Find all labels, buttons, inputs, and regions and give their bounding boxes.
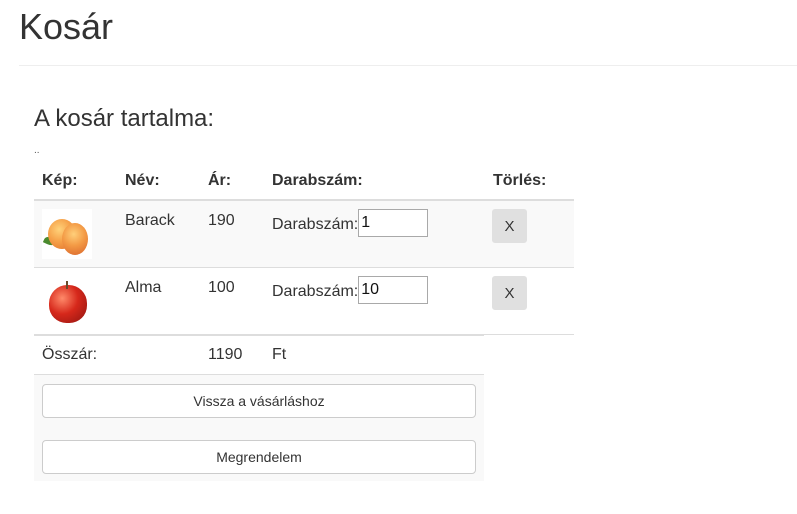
total-row: Összár: 1190 Ft (34, 335, 484, 375)
header-name: Név: (125, 172, 160, 189)
product-price: 100 (208, 279, 235, 296)
delete-button[interactable]: X (492, 276, 527, 310)
product-image (42, 209, 92, 259)
product-image (42, 276, 92, 326)
table-header-row: Kép: Név: Ár: Darabszám: Törlés: (34, 161, 574, 201)
total-currency: Ft (272, 346, 287, 363)
place-order-button[interactable]: Megrendelem (42, 440, 476, 474)
peach-icon (42, 209, 92, 259)
header-image: Kép: (42, 172, 78, 189)
quantity-input[interactable] (358, 209, 429, 237)
delete-button[interactable]: X (492, 209, 527, 243)
table-row: Barack 190 Darabszám: X (34, 201, 574, 268)
quantity-input[interactable] (358, 276, 429, 304)
title-divider (19, 65, 797, 66)
quantity-label: Darabszám: (272, 282, 359, 300)
total-value: 1190 (208, 346, 243, 363)
product-name: Barack (125, 212, 175, 229)
header-quantity: Darabszám: (272, 172, 363, 189)
product-name: Alma (125, 279, 162, 296)
quantity-cell: Darabszám: (272, 209, 429, 237)
cart-actions: Vissza a vásárláshoz Megrendelem (34, 374, 484, 481)
header-delete: Törlés: (493, 172, 547, 189)
product-price: 190 (208, 212, 235, 229)
back-to-shopping-button[interactable]: Vissza a vásárláshoz (42, 384, 476, 418)
table-row: Alma 100 Darabszám: X (34, 268, 574, 335)
cart-contents-heading: A kosár tartalma: (34, 105, 215, 132)
header-price: Ár: (208, 172, 232, 189)
cart-page: Kosár A kosár tartalma: .. Kép: Név: Ár:… (0, 0, 797, 514)
page-title: Kosár (19, 6, 114, 47)
stray-text: .. (34, 145, 40, 156)
quantity-label: Darabszám: (272, 215, 359, 233)
total-label: Összár: (42, 346, 98, 363)
quantity-cell: Darabszám: (272, 276, 429, 304)
apple-icon (42, 276, 92, 326)
